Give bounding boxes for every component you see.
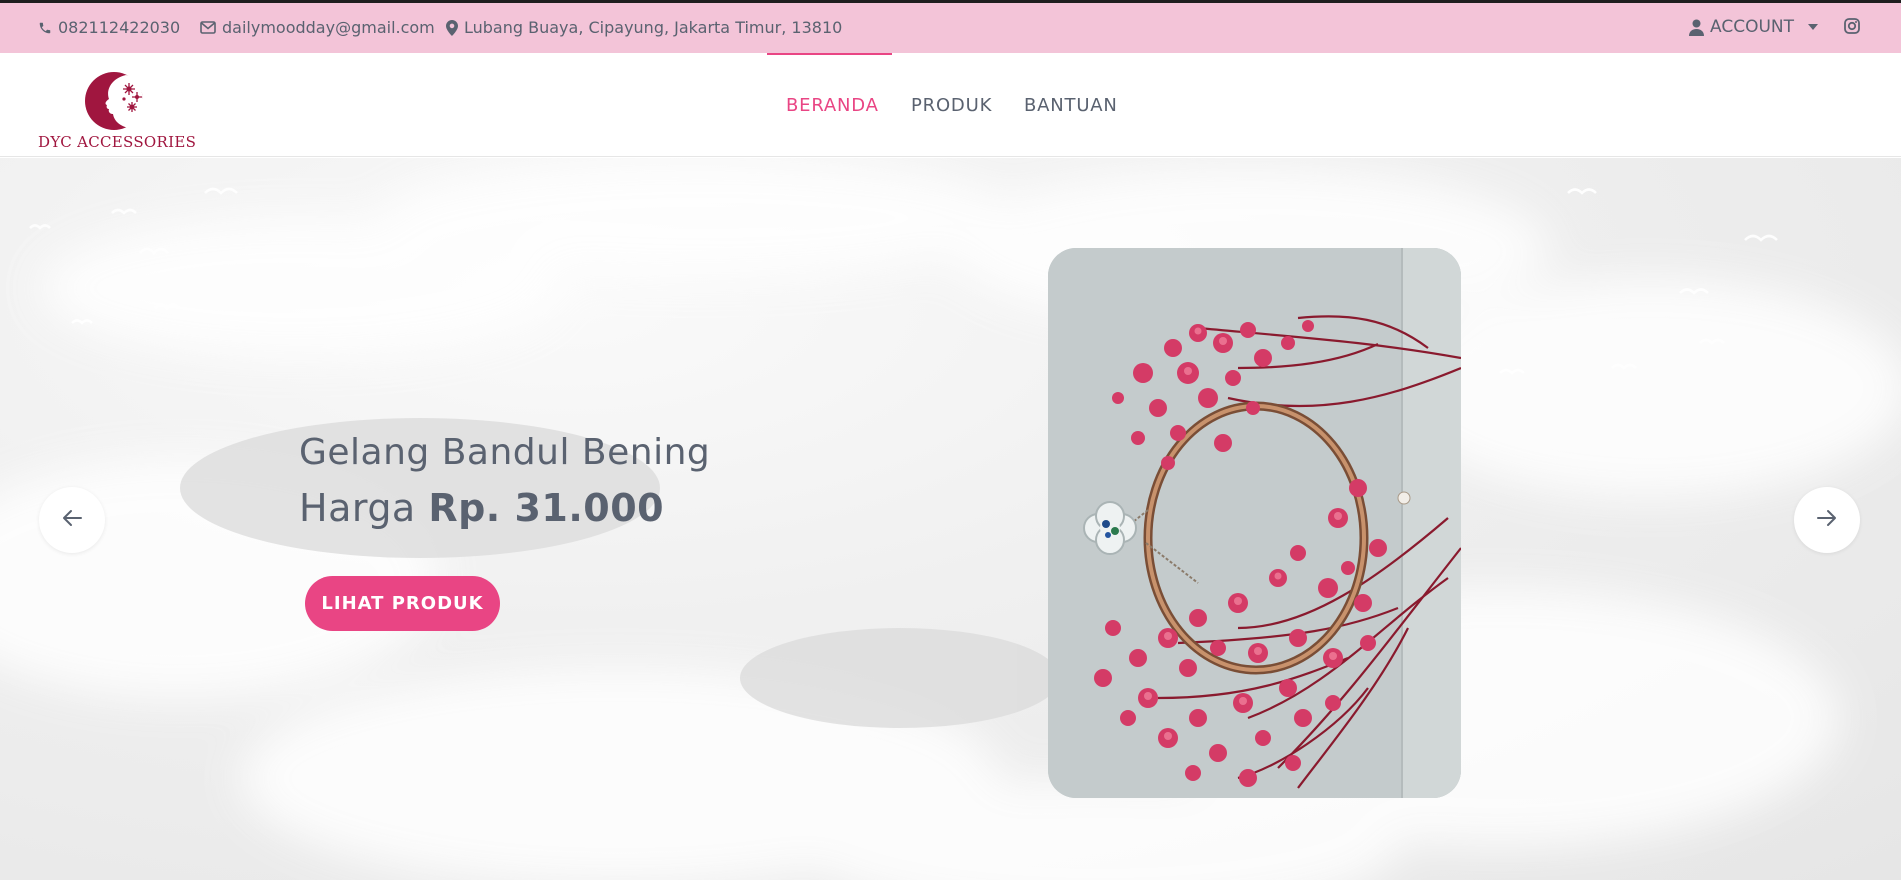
carousel-next-button[interactable] [1794, 487, 1860, 553]
price-prefix: Harga [299, 486, 416, 530]
carousel-prev-button[interactable] [39, 487, 105, 553]
arrow-left-icon [61, 509, 83, 531]
brand-name: DYC ACCESSORIES [38, 133, 197, 151]
nav-item-produk[interactable]: PRODUK [911, 95, 992, 116]
lihat-produk-button[interactable]: LIHAT PRODUK [305, 576, 500, 631]
hero-carousel: Gelang Bandul Bening Harga Rp. 31.000 LI… [0, 158, 1901, 880]
email-address: dailymoodday@gmail.com [222, 18, 435, 37]
caret-down-icon [1808, 24, 1818, 30]
nav-item-beranda[interactable]: BERANDA [786, 95, 879, 116]
instagram-icon [1844, 18, 1860, 34]
bracelet-image [1048, 248, 1461, 798]
main-navbar: DYC ACCESSORIES BERANDA PRODUK BANTUAN [0, 53, 1901, 157]
nav-item-bantuan[interactable]: BANTUAN [1024, 95, 1118, 116]
arrow-right-icon [1816, 509, 1838, 531]
envelope-icon [200, 21, 216, 34]
topbar-email[interactable]: dailymoodday@gmail.com [200, 18, 435, 37]
topbar-phone[interactable]: 082112422030 [38, 18, 180, 37]
topbar-address[interactable]: Lubang Buaya, Cipayung, Jakarta Timur, 1… [446, 18, 842, 37]
map-marker-icon [446, 19, 458, 36]
hero-product-image[interactable] [1048, 248, 1461, 798]
hero-price: Harga Rp. 31.000 [299, 486, 664, 530]
instagram-link[interactable] [1844, 18, 1860, 34]
logo-emblem-icon [85, 72, 144, 130]
topbar: 082112422030 dailymoodday@gmail.com Luba… [0, 3, 1901, 53]
cloud-background [0, 158, 1901, 880]
account-label: ACCOUNT [1710, 17, 1794, 37]
brand-logo[interactable]: DYC ACCESSORIES [36, 71, 196, 153]
address-text: Lubang Buaya, Cipayung, Jakarta Timur, 1… [464, 18, 843, 37]
account-dropdown[interactable]: ACCOUNT [1689, 17, 1818, 37]
phone-icon [38, 21, 52, 35]
price-value: Rp. 31.000 [428, 486, 665, 530]
user-icon [1689, 19, 1704, 36]
hero-product-title: Gelang Bandul Bening [299, 432, 711, 473]
active-nav-indicator [767, 53, 892, 55]
phone-number: 082112422030 [58, 18, 181, 37]
